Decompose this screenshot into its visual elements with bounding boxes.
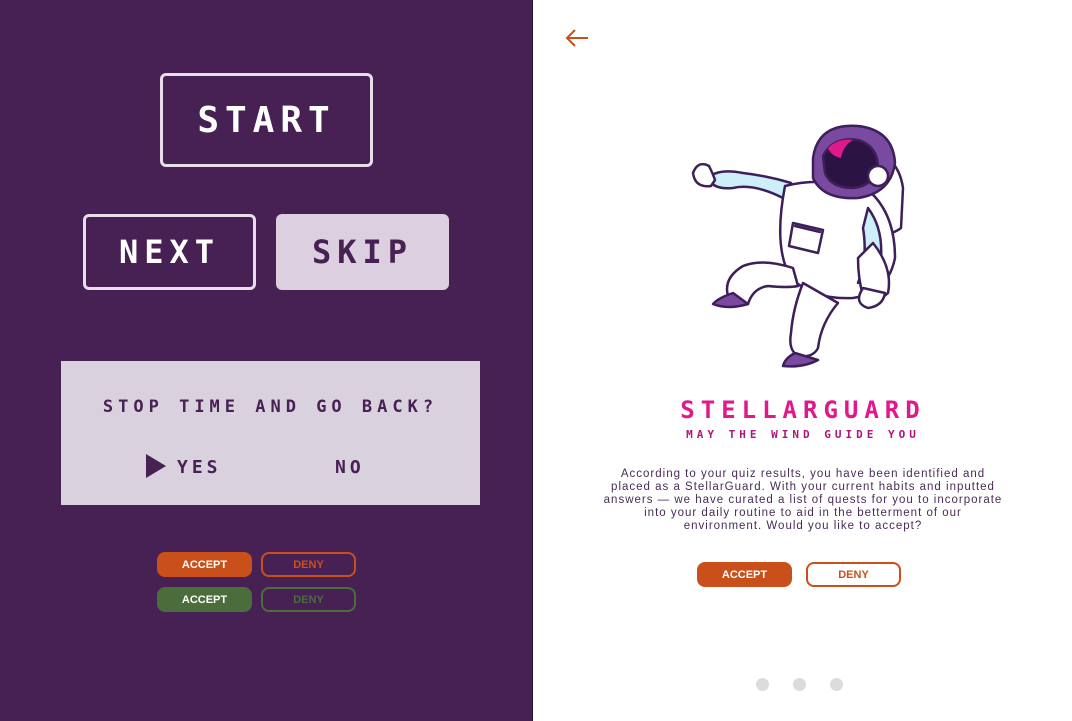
- next-button[interactable]: NEXT: [83, 214, 256, 290]
- accept-button-orange[interactable]: ACCEPT: [157, 552, 252, 577]
- left-panel: START NEXT SKIP STOP TIME AND GO BACK? Y…: [0, 0, 532, 721]
- pagination-dot-3[interactable]: [830, 678, 843, 691]
- pagination-dot-1[interactable]: [756, 678, 769, 691]
- start-button[interactable]: START: [160, 73, 373, 167]
- brand-title: STELLARGUARD: [680, 396, 926, 424]
- deny-button[interactable]: DENY: [806, 562, 901, 587]
- no-option[interactable]: NO: [335, 457, 365, 478]
- astronaut-illustration: [691, 124, 905, 368]
- accept-button-green[interactable]: ACCEPT: [157, 587, 252, 612]
- deny-button-orange[interactable]: DENY: [261, 552, 356, 577]
- result-description: According to your quiz results, you have…: [603, 468, 1003, 532]
- skip-button[interactable]: SKIP: [276, 214, 449, 290]
- accept-button[interactable]: ACCEPT: [697, 562, 792, 587]
- dialog-question: STOP TIME AND GO BACK?: [102, 397, 439, 417]
- back-arrow-icon[interactable]: [563, 24, 591, 52]
- deny-button-green[interactable]: DENY: [261, 587, 356, 612]
- pagination-dot-2[interactable]: [793, 678, 806, 691]
- tagline: MAY THE WIND GUIDE YOU: [686, 428, 920, 441]
- right-panel: STELLARGUARD MAY THE WIND GUIDE YOU Acco…: [532, 0, 1072, 721]
- play-arrow-icon: [146, 454, 166, 478]
- confirm-dialog: STOP TIME AND GO BACK? YES NO: [61, 361, 480, 505]
- yes-option[interactable]: YES: [177, 457, 222, 478]
